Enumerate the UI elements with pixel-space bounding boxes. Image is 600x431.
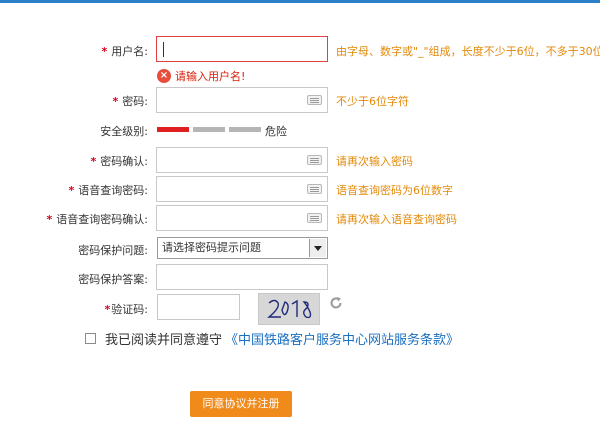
captcha-label: *验证码:: [105, 301, 148, 317]
required-mark: *: [90, 155, 97, 168]
keyboard-icon[interactable]: [307, 213, 322, 223]
captcha-image[interactable]: [258, 293, 320, 325]
voice-password-confirm-label-text: 语音查询密码确认:: [56, 213, 148, 226]
security-question-select[interactable]: 请选择密码提示问题: [157, 237, 328, 259]
security-question-selected: 请选择密码提示问题: [162, 241, 261, 254]
captcha-glyphs: [267, 299, 312, 319]
confirm-password-label: * 密码确认:: [91, 153, 148, 169]
required-mark: *: [112, 95, 119, 108]
username-label-text: 用户名:: [111, 45, 148, 58]
voice-password-confirm-input[interactable]: [156, 205, 328, 231]
strength-bar-2: [193, 127, 225, 132]
error-x-icon: ×: [157, 69, 171, 83]
password-label-text: 密码:: [122, 95, 148, 108]
username-error-text: 请输入用户名!: [175, 70, 246, 83]
captcha-input[interactable]: [157, 294, 240, 320]
terms-link[interactable]: 《中国铁路客户服务中心网站服务条款》: [225, 329, 459, 348]
voice-password-hint: 语音查询密码为6位数字: [336, 184, 453, 197]
username-label: * 用户名:: [102, 43, 148, 59]
refresh-icon[interactable]: [329, 296, 343, 310]
password-hint: 不少于6位字符: [336, 95, 409, 108]
voice-password-input[interactable]: [156, 176, 328, 202]
security-answer-label: 密码保护答案:: [78, 273, 148, 286]
agreement-text: 我已阅读并同意遵守: [105, 333, 223, 348]
keyboard-icon[interactable]: [307, 184, 322, 194]
password-label: * 密码:: [113, 93, 148, 109]
top-accent-line: [0, 0, 600, 3]
keyboard-icon[interactable]: [307, 155, 322, 165]
strength-meter: [157, 127, 261, 132]
required-mark: *: [46, 213, 53, 226]
confirm-password-hint: 请再次输入密码: [336, 155, 413, 168]
required-mark: *: [68, 184, 75, 197]
strength-level-text: 危险: [265, 125, 287, 138]
username-error: × 请输入用户名!: [157, 68, 245, 84]
keyboard-icon[interactable]: [307, 95, 322, 105]
required-mark: *: [104, 303, 111, 316]
username-input[interactable]: [156, 36, 328, 62]
confirm-password-input[interactable]: [156, 147, 328, 173]
voice-password-confirm-label: * 语音查询密码确认:: [47, 211, 148, 227]
security-answer-input[interactable]: [156, 264, 328, 290]
chevron-down-icon[interactable]: [309, 239, 326, 257]
strength-bar-3: [229, 127, 261, 132]
strength-bar-1: [157, 127, 189, 132]
required-mark: *: [101, 45, 108, 58]
confirm-password-label-text: 密码确认:: [100, 155, 148, 168]
voice-password-label-text: 语音查询密码:: [78, 184, 148, 197]
text-caret: [163, 42, 164, 57]
agreement-row: 我已阅读并同意遵守 《中国铁路客户服务中心网站服务条款》: [85, 329, 459, 348]
username-hint: 由字母、数字或"_"组成，长度不少于6位，不多于30位: [336, 45, 600, 58]
submit-button[interactable]: 同意协议并注册: [190, 391, 292, 417]
voice-password-label: * 语音查询密码:: [69, 182, 148, 198]
agreement-checkbox[interactable]: [85, 333, 96, 344]
voice-password-confirm-hint: 请再次输入语音查询密码: [336, 213, 457, 226]
strength-label: 安全级别:: [100, 125, 148, 138]
captcha-label-text: 验证码:: [111, 303, 148, 316]
password-input[interactable]: [156, 87, 328, 113]
security-question-label: 密码保护问题:: [78, 244, 148, 257]
